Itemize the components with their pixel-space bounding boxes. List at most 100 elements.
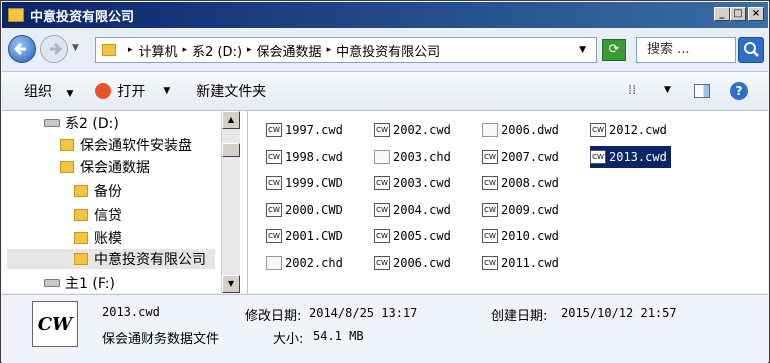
open-button[interactable]: 打开 ▼ bbox=[95, 81, 170, 101]
file-item[interactable]: CW 2004.cwd bbox=[374, 199, 451, 221]
file-item[interactable]: CW 2013.cwd bbox=[590, 145, 671, 168]
tree-item-credit[interactable]: 信贷 bbox=[74, 205, 122, 225]
file-item[interactable]: CW 2003.cwd bbox=[374, 172, 451, 194]
file-item[interactable]: CW 1997.cwd bbox=[266, 119, 343, 141]
search-icon bbox=[744, 42, 759, 57]
forward-button[interactable] bbox=[40, 35, 68, 63]
file-item[interactable]: CW 2006.cwd bbox=[374, 252, 451, 274]
file-item[interactable]: CW 2010.cwd bbox=[482, 225, 559, 247]
cw-file-icon: CW bbox=[374, 176, 390, 190]
app-icon bbox=[95, 83, 112, 99]
cw-file-icon: CW bbox=[482, 176, 498, 190]
file-item[interactable]: CW 2008.cwd bbox=[482, 172, 559, 194]
file-item[interactable]: CW 2001.CWD bbox=[266, 225, 343, 247]
cw-file-icon: CW bbox=[266, 123, 282, 137]
tree-item-drive-d[interactable]: 系2 (D:) bbox=[44, 113, 119, 133]
file-name: 2010.cwd bbox=[501, 229, 559, 243]
file-name: 2011.cwd bbox=[501, 255, 559, 270]
file-item[interactable]: CW 1999.CWD bbox=[266, 172, 343, 194]
breadcrumb-computer[interactable]: 计算机 bbox=[139, 41, 178, 60]
folder-icon bbox=[102, 44, 116, 56]
file-name: 2006.cwd bbox=[393, 255, 451, 270]
file-name: 2003.cwd bbox=[393, 176, 451, 190]
cw-file-icon: CW bbox=[482, 229, 498, 243]
window-title: 中意投资有限公司 bbox=[30, 9, 135, 25]
tree-item-label: 保会通数据 bbox=[80, 160, 150, 176]
breadcrumb-data-folder[interactable]: 保会通数据 bbox=[257, 41, 322, 60]
address-bar-area: ▼ ▸ 计算机 ▸ 系2 (D:) ▸ 保会通数据 ▸ 中意投资有限公司 ▼ ⟳… bbox=[2, 29, 768, 72]
search-input[interactable]: 搜索 ... bbox=[636, 37, 736, 63]
folder-icon bbox=[74, 253, 88, 265]
chevron-right-icon[interactable]: ▸ bbox=[247, 45, 252, 55]
tree-item-label: 系2 (D:) bbox=[65, 116, 119, 132]
tree-item-data-folder[interactable]: 保会通数据 bbox=[60, 157, 150, 177]
file-item[interactable]: CW 2000.CWD bbox=[266, 199, 343, 221]
cw-file-icon: CW bbox=[266, 202, 282, 217]
organize-button[interactable]: 组织 ▼ bbox=[24, 81, 73, 101]
file-name: 1999.CWD bbox=[285, 176, 343, 190]
file-name: 2013.cwd bbox=[609, 149, 667, 164]
cw-file-icon: CW bbox=[590, 123, 606, 137]
file-item[interactable]: 2002.chd bbox=[266, 252, 343, 274]
file-item[interactable]: CW 2002.cwd bbox=[374, 119, 451, 141]
file-item[interactable]: CW 2007.cwd bbox=[482, 146, 559, 168]
chevron-down-icon[interactable]: ▼ bbox=[664, 85, 671, 95]
chevron-down-icon[interactable]: ▼ bbox=[163, 86, 170, 96]
chevron-right-icon[interactable]: ▸ bbox=[327, 45, 332, 55]
address-dropdown-icon[interactable]: ▼ bbox=[579, 45, 586, 55]
file-item[interactable]: 2006.dwd bbox=[482, 119, 559, 141]
file-name: 2004.cwd bbox=[393, 202, 451, 217]
file-item[interactable]: CW 2011.cwd bbox=[482, 252, 559, 274]
close-button[interactable]: × bbox=[748, 7, 764, 21]
file-name: 2005.cwd bbox=[393, 229, 451, 243]
modified-value: 2014/8/25 13:17 bbox=[309, 306, 418, 320]
tree-item-ledger[interactable]: 账模 bbox=[74, 228, 122, 248]
tree-item-current-company[interactable]: 中意投资有限公司 bbox=[7, 249, 215, 269]
tree-item-drive-f[interactable]: 主1 (F:) bbox=[44, 273, 115, 293]
tree-item-backup[interactable]: 备份 bbox=[74, 181, 122, 201]
view-icon[interactable]: ⁞⁞ bbox=[628, 83, 636, 98]
file-item[interactable]: CW 2009.cwd bbox=[482, 199, 559, 221]
breadcrumb-drive[interactable]: 系2 (D:) bbox=[192, 41, 242, 60]
scroll-down-button[interactable]: ▼ bbox=[222, 275, 240, 293]
file-item[interactable]: CW 2012.cwd bbox=[590, 119, 667, 141]
title-bar[interactable]: 中意投资有限公司 _ □ × bbox=[2, 2, 768, 28]
arrow-right-icon bbox=[50, 42, 63, 56]
cw-file-icon: CW bbox=[374, 255, 390, 270]
scroll-up-button[interactable]: ▲ bbox=[222, 111, 240, 129]
tree-scrollbar[interactable]: ▲ ▼ bbox=[221, 111, 240, 293]
breadcrumb[interactable]: ▸ 计算机 ▸ 系2 (D:) ▸ 保会通数据 ▸ 中意投资有限公司 ▼ bbox=[95, 37, 597, 63]
organize-label: 组织 bbox=[24, 84, 52, 100]
scroll-thumb[interactable] bbox=[222, 143, 240, 157]
file-item[interactable]: CW 2005.cwd bbox=[374, 225, 451, 247]
cw-file-icon: CW bbox=[374, 202, 390, 217]
minimize-button[interactable]: _ bbox=[714, 7, 730, 21]
details-file-type: 保会通财务数据文件 bbox=[102, 332, 220, 347]
chevron-right-icon[interactable]: ▸ bbox=[183, 45, 188, 55]
back-button[interactable] bbox=[8, 35, 36, 63]
explorer-window: 中意投资有限公司 _ □ × ▼ ▸ 计算机 ▸ 系2 (D:) ▸ 保会通数据… bbox=[0, 0, 770, 363]
navigation-pane[interactable]: 系2 (D:) 保会通软件安装盘 保会通数据 备份 信贷 账模 中意投资有限公司 bbox=[2, 111, 248, 293]
chevron-right-icon[interactable]: ▸ bbox=[128, 45, 133, 55]
maximize-button[interactable]: □ bbox=[730, 7, 746, 21]
cw-file-icon: CW bbox=[266, 176, 282, 190]
file-list[interactable]: CW 1997.cwd CW 1998.cwd CW 1999.CWD CW 2000.CWD… bbox=[248, 111, 768, 293]
cw-file-icon: CW bbox=[482, 149, 498, 164]
help-icon[interactable]: ? bbox=[730, 82, 748, 100]
file-item[interactable]: 2003.chd bbox=[374, 146, 451, 168]
file-name: 2003.chd bbox=[393, 149, 451, 164]
recent-pages-chevron-icon[interactable]: ▼ bbox=[72, 43, 79, 53]
refresh-icon[interactable]: ⟳ bbox=[602, 39, 626, 61]
file-name: 2009.cwd bbox=[501, 202, 559, 217]
new-folder-button[interactable]: 新建文件夹 bbox=[196, 81, 266, 101]
cw-file-icon: CW bbox=[266, 229, 282, 243]
tree-item-label: 备份 bbox=[94, 184, 122, 200]
tree-item-label: 主1 (F:) bbox=[65, 276, 115, 292]
file-item[interactable]: CW 1998.cwd bbox=[266, 146, 343, 168]
breadcrumb-current-folder[interactable]: 中意投资有限公司 bbox=[336, 41, 440, 60]
tree-item-software-disk[interactable]: 保会通软件安装盘 bbox=[60, 135, 192, 155]
preview-pane-icon[interactable] bbox=[694, 84, 710, 98]
cw-file-icon: CW bbox=[482, 202, 498, 217]
size-label: 大小: bbox=[273, 332, 304, 347]
search-button[interactable] bbox=[738, 37, 764, 63]
